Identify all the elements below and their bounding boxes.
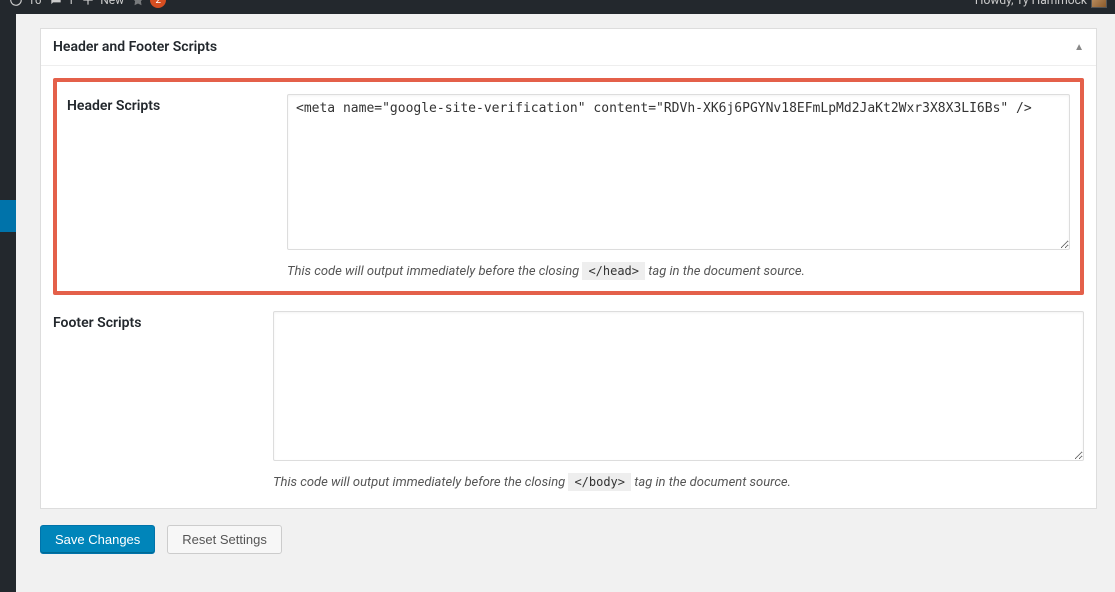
- comment-icon: [48, 0, 64, 8]
- hint-code: </head>: [582, 262, 645, 280]
- header-scripts-textarea[interactable]: [287, 94, 1070, 250]
- scripts-panel: Header and Footer Scripts ▲ Header Scrip…: [40, 28, 1097, 509]
- admin-sidebar[interactable]: [0, 14, 16, 592]
- footer-scripts-row: Footer Scripts This code will output imm…: [53, 311, 1084, 490]
- hint-code: </body>: [568, 473, 631, 491]
- avatar: [1091, 0, 1107, 8]
- hint-text-before: This code will output immediately before…: [273, 475, 568, 490]
- new-item[interactable]: New: [80, 0, 124, 8]
- hint-text-before: This code will output immediately before…: [287, 264, 582, 279]
- header-scripts-row: Header Scripts This code will output imm…: [67, 94, 1070, 279]
- panel-title: Header and Footer Scripts: [53, 39, 217, 55]
- plus-icon: [80, 0, 96, 8]
- comments-item[interactable]: 1: [48, 0, 75, 8]
- actions-row: Save Changes Reset Settings: [40, 525, 1097, 554]
- header-scripts-highlight: Header Scripts This code will output imm…: [53, 78, 1084, 295]
- footer-scripts-label: Footer Scripts: [53, 311, 263, 331]
- save-button[interactable]: Save Changes: [40, 525, 155, 554]
- updates-item[interactable]: 16: [8, 0, 42, 8]
- panel-header[interactable]: Header and Footer Scripts ▲: [41, 29, 1096, 66]
- notification-badge: 2: [150, 0, 166, 8]
- new-label: New: [100, 0, 124, 7]
- refresh-icon: [8, 0, 24, 8]
- updates-count: 16: [28, 0, 42, 7]
- notification-icon: [130, 0, 146, 8]
- hint-text-after: tag in the document source.: [634, 475, 791, 490]
- sidebar-active-marker: [0, 200, 16, 232]
- user-greeting[interactable]: Howdy, Ty Hammock: [975, 0, 1107, 8]
- greeting-text: Howdy, Ty Hammock: [975, 0, 1087, 7]
- admin-bar: 16 1 New 2 Howdy, Ty Hammock: [0, 0, 1115, 14]
- reset-button[interactable]: Reset Settings: [167, 525, 282, 554]
- hint-text-after: tag in the document source.: [648, 264, 805, 279]
- header-scripts-label: Header Scripts: [67, 94, 277, 114]
- collapse-icon[interactable]: ▲: [1074, 42, 1084, 53]
- header-scripts-hint: This code will output immediately before…: [287, 264, 1070, 279]
- footer-scripts-hint: This code will output immediately before…: [273, 475, 1084, 490]
- footer-scripts-textarea[interactable]: [273, 311, 1084, 461]
- notifications-item[interactable]: 2: [130, 0, 166, 8]
- content-area: Header and Footer Scripts ▲ Header Scrip…: [16, 14, 1115, 592]
- comments-count: 1: [68, 0, 75, 7]
